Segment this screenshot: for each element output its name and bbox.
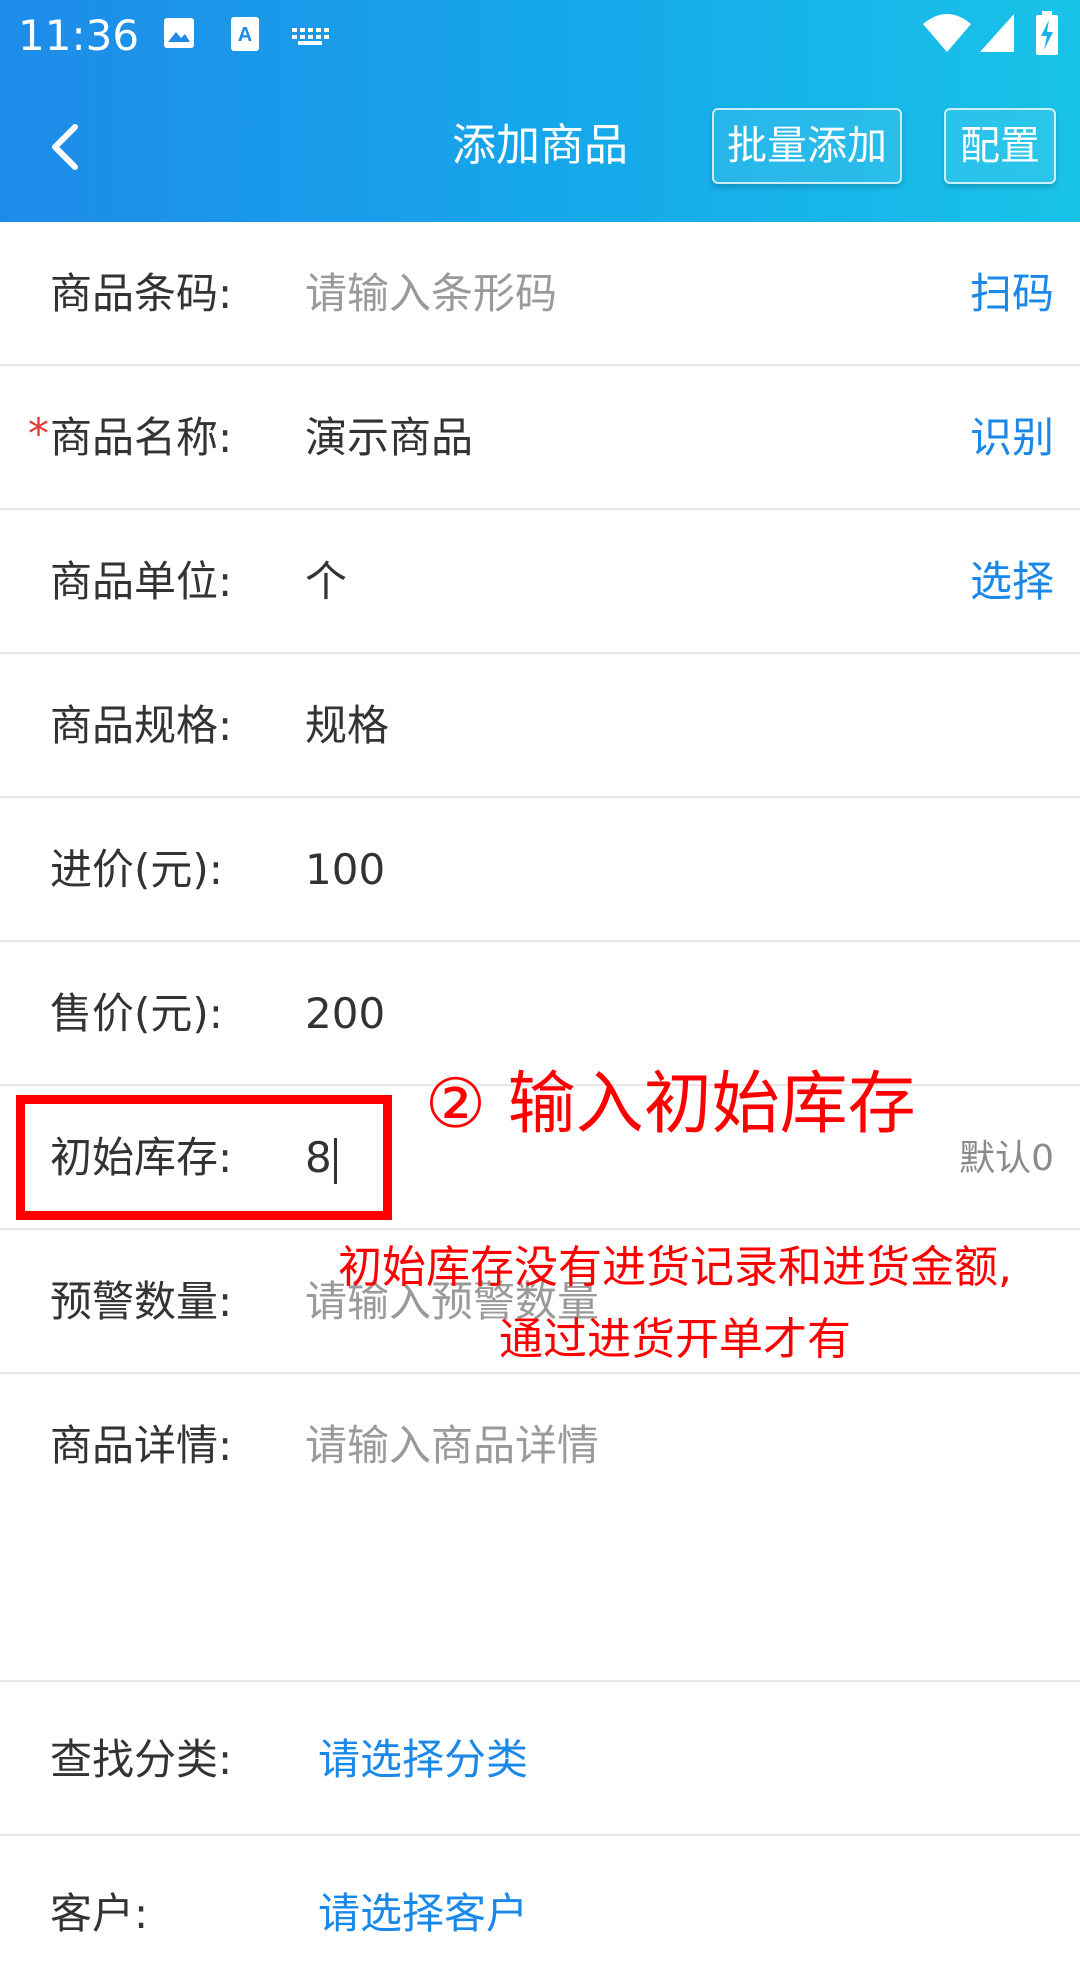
status-time: 11:36 xyxy=(18,11,140,60)
details-input[interactable]: 请输入商品详情 xyxy=(305,1418,905,1474)
purchase-price-input[interactable]: 100 xyxy=(305,842,905,898)
status-bar: 11:36 A xyxy=(0,0,1080,72)
select-unit-button[interactable]: 选择 xyxy=(970,554,1054,610)
initial-stock-hint: 默认0 xyxy=(959,1138,1054,1179)
customer-row: 客户: 请选择客户 xyxy=(0,1836,1080,1980)
sale-price-label: 售价(元): xyxy=(50,989,223,1038)
spec-label: 商品规格: xyxy=(50,701,233,750)
product-name-label: 商品名称: xyxy=(50,413,233,462)
category-row: 查找分类: 请选择分类 xyxy=(0,1682,1080,1836)
spec-row: 商品规格: 规格 xyxy=(0,654,1080,798)
barcode-row: 商品条码: 请输入条形码 扫码 xyxy=(0,222,1080,366)
svg-text:A: A xyxy=(238,24,252,46)
chevron-left-icon xyxy=(52,124,78,170)
details-label: 商品详情: xyxy=(50,1421,233,1470)
unit-input[interactable]: 个 xyxy=(305,554,905,610)
annotation-step-title: ② 输入初始库存 xyxy=(425,1065,916,1144)
app-header: 11:36 A 添加商品 批量添加 配置 xyxy=(0,0,1080,222)
purchase-price-row: 进价(元): 100 xyxy=(0,798,1080,942)
annotation-note: 初始库存没有进货记录和进货金额, 通过进货开单才有 xyxy=(290,1232,1060,1376)
select-category-link[interactable]: 请选择分类 xyxy=(318,1732,528,1788)
spec-input[interactable]: 规格 xyxy=(305,698,905,754)
unit-row: 商品单位: 个 选择 xyxy=(0,510,1080,654)
keyboard-icon xyxy=(292,28,329,45)
back-button[interactable] xyxy=(30,112,100,182)
battery-charging-icon xyxy=(1036,11,1058,55)
barcode-label: 商品条码: xyxy=(50,269,233,318)
product-name-row: * 商品名称: 演示商品 识别 xyxy=(0,366,1080,510)
signal-icon xyxy=(980,14,1014,52)
wifi-icon xyxy=(923,14,971,52)
sale-price-input[interactable]: 200 xyxy=(305,986,905,1042)
image-icon xyxy=(164,18,194,48)
annotation-note-line1: 初始库存没有进货记录和进货金额, xyxy=(338,1242,1012,1293)
scan-button[interactable]: 扫码 xyxy=(970,266,1054,322)
required-mark: * xyxy=(28,409,49,458)
toolbar: 添加商品 批量添加 配置 xyxy=(0,72,1080,222)
barcode-input[interactable]: 请输入条形码 xyxy=(305,266,905,322)
product-name-input[interactable]: 演示商品 xyxy=(305,410,905,466)
recognize-button[interactable]: 识别 xyxy=(970,410,1054,466)
unit-label: 商品单位: xyxy=(50,557,233,606)
annotation-note-line2: 通过进货开单才有 xyxy=(499,1314,851,1365)
purchase-price-label: 进价(元): xyxy=(50,845,223,894)
batch-add-button[interactable]: 批量添加 xyxy=(712,108,902,184)
customer-label: 客户: xyxy=(50,1889,149,1938)
select-customer-link[interactable]: 请选择客户 xyxy=(318,1886,528,1942)
text-recognition-icon: A xyxy=(231,17,259,51)
category-label: 查找分类: xyxy=(50,1735,233,1784)
annotation-highlight-box xyxy=(16,1095,392,1220)
page-title: 添加商品 xyxy=(452,120,628,171)
config-button[interactable]: 配置 xyxy=(944,108,1056,184)
warning-qty-label: 预警数量: xyxy=(50,1277,233,1326)
details-row: 商品详情: 请输入商品详情 xyxy=(0,1374,1080,1682)
